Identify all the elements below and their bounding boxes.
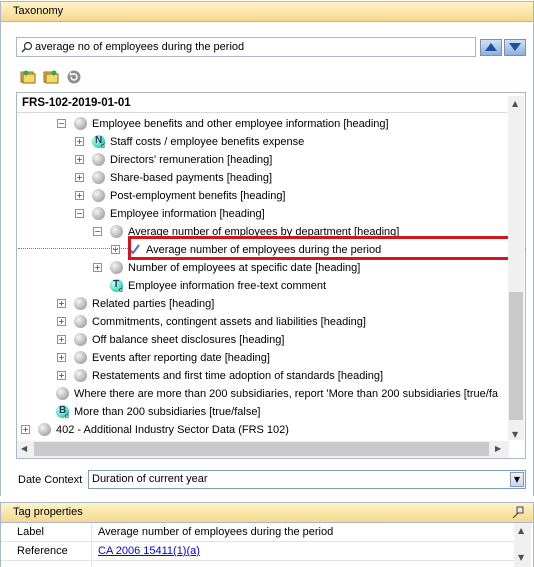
search-previous-button[interactable]: [480, 39, 502, 56]
selection-guide-line: [18, 248, 130, 249]
tree-node-label: Number of employees at specific date [he…: [128, 262, 361, 274]
taxonomy-pane-header: Taxonomy: [0, 1, 534, 22]
tree-node-label: Share-based payments [heading]: [110, 172, 273, 184]
prop-key: Label: [17, 526, 44, 538]
heading-ball-icon: [74, 369, 87, 382]
concept-type-icon: Td: [110, 279, 123, 294]
scroll-up-icon[interactable]: ▲: [512, 99, 518, 108]
heading-ball-icon: [74, 333, 87, 346]
tag-properties-title: Tag properties: [13, 506, 83, 518]
prop-key: Reference: [17, 545, 68, 557]
tree-node-label: More than 200 subsidiaries [true/false]: [74, 406, 261, 418]
highlight-box: [128, 236, 511, 260]
tree-node-label: Off balance sheet disclosures [heading]: [92, 334, 285, 346]
expand-icon[interactable]: +: [111, 245, 120, 254]
tree-node-label: Directors' remuneration [heading]: [110, 154, 273, 166]
search-next-button[interactable]: [504, 39, 526, 56]
prop-value: Average number of employees during the p…: [98, 526, 334, 538]
folder-search-icon[interactable]: [43, 69, 59, 85]
refresh-icon[interactable]: [66, 69, 82, 85]
search-icon: [21, 41, 33, 53]
expand-icon[interactable]: +: [21, 425, 30, 434]
heading-ball-icon: [92, 189, 105, 202]
expand-icon[interactable]: +: [93, 263, 102, 272]
expand-icon[interactable]: +: [57, 371, 66, 380]
chevron-down-icon[interactable]: ▼: [510, 472, 524, 487]
collapse-icon[interactable]: −: [57, 119, 66, 128]
hscroll-thumb[interactable]: [34, 442, 489, 456]
tag-properties-grid: Label Average number of employees during…: [0, 523, 534, 567]
tree-node-label: Events after reporting date [heading]: [92, 352, 270, 364]
heading-ball-icon: [74, 117, 87, 130]
tree-node-label: Employee benefits and other employee inf…: [92, 118, 389, 130]
arrow-up-icon: [485, 43, 497, 51]
folder-open-icon[interactable]: [20, 69, 36, 85]
scroll-left-icon[interactable]: ◀: [21, 444, 27, 453]
tree-node-label: Related parties [heading]: [92, 298, 215, 310]
tree-node-label: Commitments, contingent assets and liabi…: [92, 316, 366, 328]
heading-ball-icon: [92, 171, 105, 184]
collapse-icon[interactable]: −: [75, 209, 84, 218]
expand-icon[interactable]: +: [75, 155, 84, 164]
tree-root-label: FRS-102-2019-01-01: [22, 97, 131, 109]
prop-row-label: Label Average number of employees during…: [1, 523, 515, 542]
scroll-down-icon[interactable]: ▼: [512, 430, 518, 439]
expand-icon[interactable]: +: [75, 191, 84, 200]
tree-node-label: Staff costs / employee benefits expense: [110, 136, 305, 148]
heading-ball-icon: [56, 387, 69, 400]
tree-node-label: 402 - Additional Industry Sector Data (F…: [56, 424, 289, 436]
tree-node-label: Employee information [heading]: [110, 208, 265, 220]
search-value: average no of employees during the perio…: [35, 41, 245, 53]
search-input[interactable]: average no of employees during the perio…: [16, 37, 476, 57]
concept-type-icon: Nd: [92, 135, 105, 150]
concept-type-icon: Bd: [56, 405, 69, 420]
expand-icon[interactable]: +: [75, 137, 84, 146]
heading-ball-icon: [74, 297, 87, 310]
reference-link[interactable]: CA 2006 15411(1)(a): [98, 545, 200, 557]
scroll-up-icon[interactable]: ▲: [518, 526, 524, 535]
prop-row-reference: Reference CA 2006 15411(1)(a): [1, 542, 515, 561]
heading-ball-icon: [38, 423, 51, 436]
expand-icon[interactable]: +: [57, 353, 66, 362]
scroll-right-icon[interactable]: ▶: [495, 444, 501, 453]
tree-node-label: Post-employment benefits [heading]: [110, 190, 286, 202]
taxonomy-tree[interactable]: FRS-102-2019-01-01 − Employee benefits an…: [16, 92, 526, 459]
collapse-icon[interactable]: −: [93, 227, 102, 236]
pin-icon[interactable]: [512, 506, 525, 519]
expand-icon[interactable]: +: [57, 335, 66, 344]
tree-node-label: Where there are more than 200 subsidiari…: [74, 388, 498, 400]
expand-icon[interactable]: +: [75, 173, 84, 182]
tree-horizontal-scrollbar[interactable]: ◀ ▶: [17, 441, 509, 458]
tree-node-label: Restatements and first time adoption of …: [92, 370, 384, 382]
tree-node-label: Employee information free-text comment: [128, 280, 327, 292]
taxonomy-pane-title: Taxonomy: [13, 5, 64, 17]
properties-scrollbar[interactable]: ▲ ▼: [514, 523, 531, 567]
heading-ball-icon: [92, 153, 105, 166]
scroll-down-icon[interactable]: ▼: [518, 553, 524, 562]
tag-properties-header: Tag properties: [0, 502, 534, 523]
heading-ball-icon: [74, 351, 87, 364]
scroll-thumb[interactable]: [509, 292, 523, 420]
date-context-label: Date Context: [18, 474, 83, 486]
expand-icon[interactable]: +: [57, 317, 66, 326]
tree-divider: [17, 112, 507, 113]
date-context-value: Duration of current year: [92, 473, 208, 485]
arrow-down-icon: [509, 43, 521, 51]
heading-ball-icon: [110, 261, 123, 274]
date-context-select[interactable]: Duration of current year ▼: [88, 470, 526, 489]
expand-icon[interactable]: +: [57, 299, 66, 308]
tree-vertical-scrollbar[interactable]: ▲ ▼: [508, 96, 524, 440]
heading-ball-icon: [74, 315, 87, 328]
heading-ball-icon: [92, 207, 105, 220]
heading-ball-icon: [110, 225, 123, 238]
